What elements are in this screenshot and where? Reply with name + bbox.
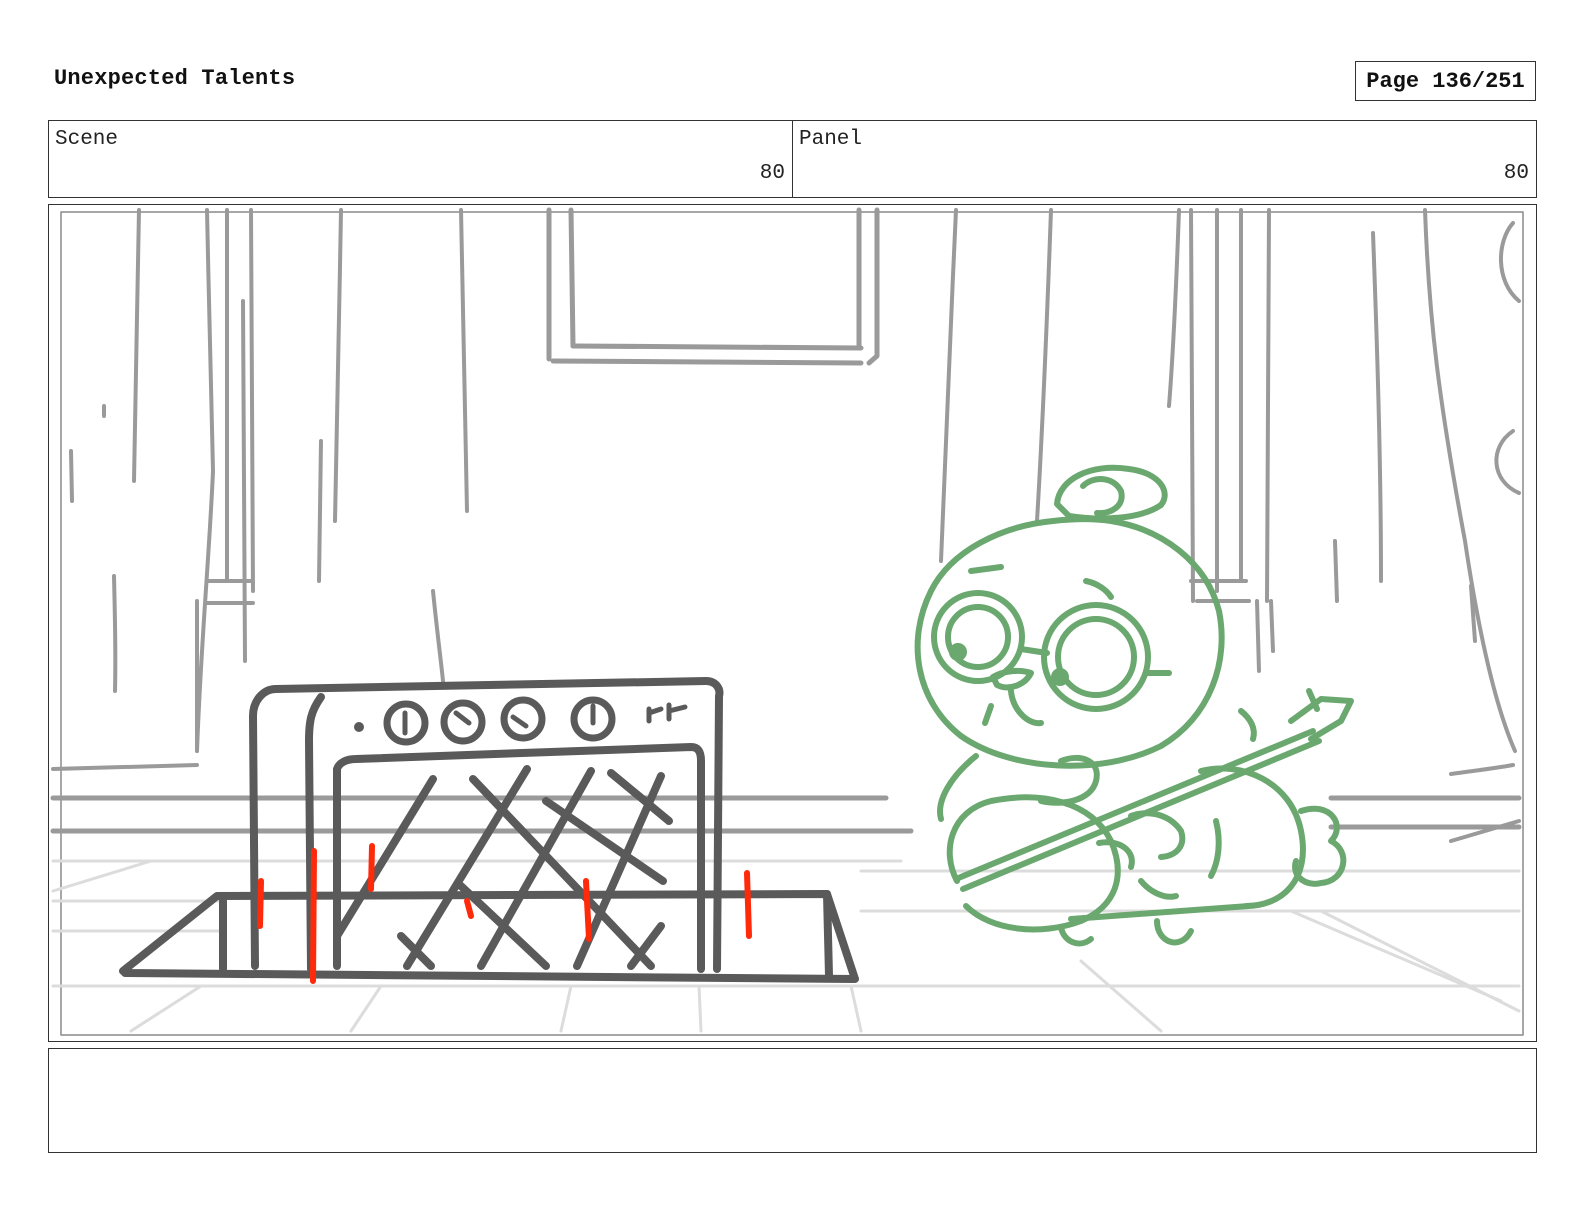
page-number-box: Page 136/251 bbox=[1355, 61, 1536, 101]
scene-panel-info-row: Scene 80 Panel 80 bbox=[48, 120, 1537, 198]
scene-label: Scene bbox=[55, 128, 119, 151]
window-sketch-icon bbox=[546, 207, 880, 366]
scene-value: 80 bbox=[759, 162, 785, 185]
panel-value: 80 bbox=[1503, 162, 1529, 185]
panel-label: Panel bbox=[799, 128, 863, 151]
storyboard-panel bbox=[48, 204, 1537, 1042]
scene-cell: Scene 80 bbox=[49, 121, 792, 197]
storyboard-sketch bbox=[50, 207, 1524, 1036]
panel-cell: Panel 80 bbox=[792, 121, 1536, 197]
panel-notes-box bbox=[48, 1048, 1537, 1153]
document-title: Unexpected Talents bbox=[54, 66, 296, 91]
